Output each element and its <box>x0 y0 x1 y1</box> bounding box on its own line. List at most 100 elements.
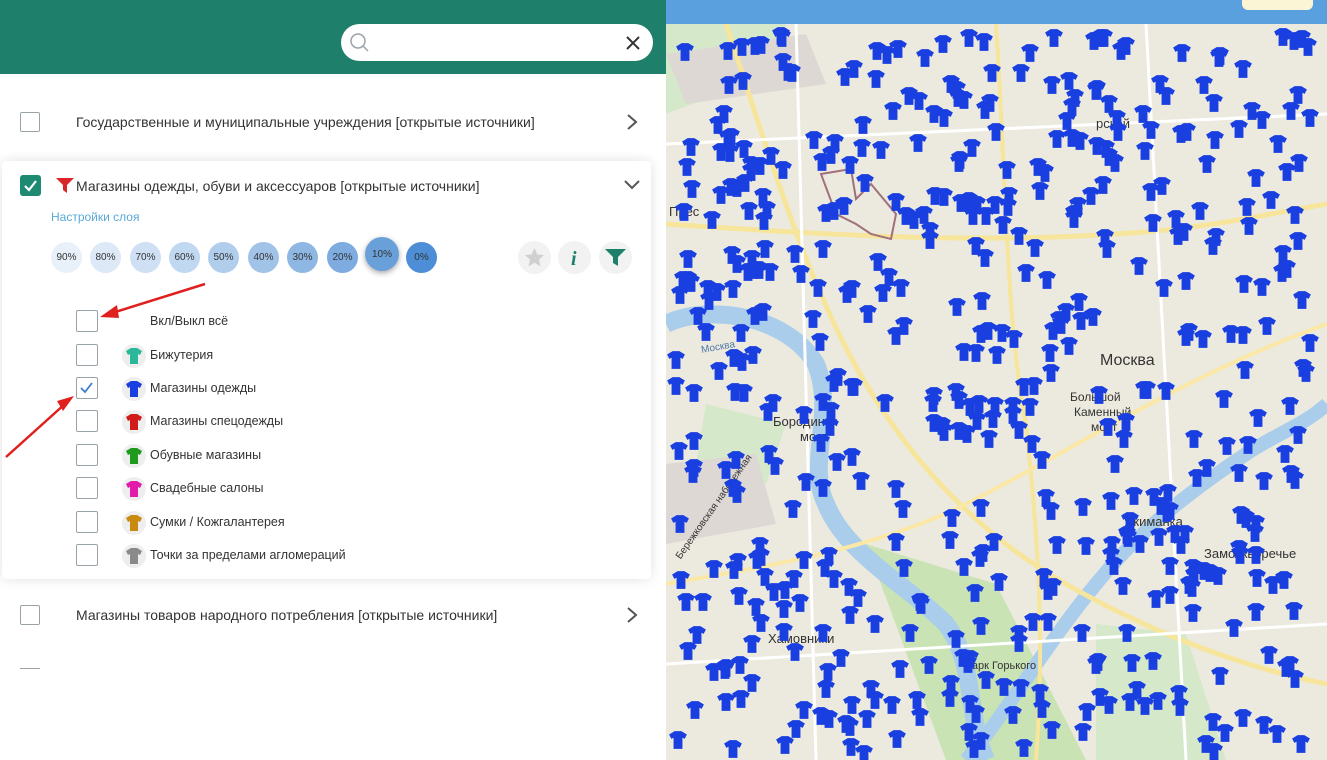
tshirt-marker-icon[interactable] <box>894 316 914 336</box>
tshirt-marker-icon[interactable] <box>755 567 775 587</box>
tshirt-marker-icon[interactable] <box>1237 197 1257 217</box>
tshirt-marker-icon[interactable] <box>786 719 806 739</box>
tshirt-marker-icon[interactable] <box>794 700 814 720</box>
tshirt-marker-icon[interactable] <box>1204 93 1224 113</box>
tshirt-marker-icon[interactable] <box>1170 697 1190 717</box>
tshirt-marker-icon[interactable] <box>949 153 969 173</box>
map-view[interactable]: Москва Бородинск мост Хамовники Парк Гор… <box>666 0 1327 760</box>
tshirt-marker-icon[interactable] <box>1130 534 1150 554</box>
tshirt-marker-icon[interactable] <box>1210 666 1230 686</box>
tshirt-marker-icon[interactable] <box>1154 278 1174 298</box>
tshirt-marker-icon[interactable] <box>1261 190 1281 210</box>
tshirt-marker-icon[interactable] <box>853 115 873 135</box>
tshirt-marker-icon[interactable] <box>668 730 688 750</box>
tshirt-marker-icon[interactable] <box>1252 277 1272 297</box>
opacity-option-90[interactable]: 90% <box>51 242 82 273</box>
tshirt-marker-icon[interactable] <box>666 350 686 370</box>
tshirt-marker-icon[interactable] <box>1235 360 1255 380</box>
tshirt-marker-icon[interactable] <box>796 472 816 492</box>
tshirt-marker-icon[interactable] <box>1214 389 1234 409</box>
tshirt-marker-icon[interactable] <box>682 179 702 199</box>
tshirt-marker-icon[interactable] <box>1073 722 1093 742</box>
tshirt-marker-icon[interactable] <box>1120 692 1140 712</box>
tshirt-marker-icon[interactable] <box>723 739 743 759</box>
tshirt-marker-icon[interactable] <box>1081 186 1101 206</box>
tshirt-marker-icon[interactable] <box>1072 623 1092 643</box>
tshirt-marker-icon[interactable] <box>971 731 991 751</box>
tshirt-marker-icon[interactable] <box>716 460 736 480</box>
tshirt-marker-icon[interactable] <box>813 478 833 498</box>
tshirt-marker-icon[interactable] <box>751 613 771 633</box>
tshirt-marker-icon[interactable] <box>1043 577 1063 597</box>
tshirt-marker-icon[interactable] <box>666 376 686 396</box>
tshirt-marker-icon[interactable] <box>987 345 1007 365</box>
search-box[interactable] <box>341 24 653 61</box>
tshirt-marker-icon[interactable] <box>886 479 906 499</box>
tshirt-marker-icon[interactable] <box>1280 396 1300 416</box>
tshirt-marker-icon[interactable] <box>1105 454 1125 474</box>
tshirt-marker-icon[interactable] <box>865 614 885 634</box>
sublayer-row[interactable]: Магазины спецодежды <box>76 410 636 434</box>
tshirt-marker-icon[interactable] <box>1221 324 1241 344</box>
tshirt-marker-icon[interactable] <box>1175 524 1195 544</box>
tshirt-marker-icon[interactable] <box>840 605 860 625</box>
tshirt-marker-icon[interactable] <box>755 239 775 259</box>
tshirt-marker-icon[interactable] <box>1176 271 1196 291</box>
tshirt-marker-icon[interactable] <box>671 570 691 590</box>
tshirt-marker-icon[interactable] <box>675 42 695 62</box>
tshirt-marker-icon[interactable] <box>1174 222 1194 242</box>
tshirt-marker-icon[interactable] <box>979 429 999 449</box>
sublayer-row[interactable]: Свадебные салоны <box>76 477 636 501</box>
tshirt-marker-icon[interactable] <box>730 655 750 675</box>
tshirt-marker-icon[interactable] <box>946 629 966 649</box>
tshirt-marker-icon[interactable] <box>1229 119 1249 139</box>
tshirt-marker-icon[interactable] <box>1149 527 1169 547</box>
tshirt-marker-icon[interactable] <box>783 499 803 519</box>
tshirt-marker-icon[interactable] <box>729 586 749 606</box>
tshirt-marker-icon[interactable] <box>1059 71 1079 91</box>
tshirt-marker-icon[interactable] <box>1285 470 1305 490</box>
tshirt-marker-icon[interactable] <box>1035 163 1055 183</box>
tshirt-marker-icon[interactable] <box>683 464 703 484</box>
sublayer-row[interactable]: Магазины одежды <box>76 377 636 401</box>
tshirt-marker-icon[interactable] <box>803 309 823 329</box>
tshirt-marker-icon[interactable] <box>674 202 694 222</box>
tshirt-marker-icon[interactable] <box>1036 488 1056 508</box>
tshirt-marker-icon[interactable] <box>816 679 836 699</box>
sublayer-checkbox[interactable] <box>76 544 98 566</box>
opacity-option-0[interactable]: 0% <box>406 242 437 273</box>
tshirt-marker-icon[interactable] <box>693 592 713 612</box>
layer-checkbox-checked[interactable] <box>20 175 41 196</box>
tshirt-marker-icon[interactable] <box>1011 63 1031 83</box>
tshirt-marker-icon[interactable] <box>1231 505 1251 525</box>
tshirt-marker-icon[interactable] <box>1137 380 1157 400</box>
tshirt-marker-icon[interactable] <box>1073 497 1093 517</box>
tshirt-marker-icon[interactable] <box>960 649 980 669</box>
tshirt-marker-icon[interactable] <box>704 662 724 682</box>
tshirt-marker-icon[interactable] <box>1101 491 1121 511</box>
tshirt-marker-icon[interactable] <box>1205 130 1225 150</box>
tshirt-marker-icon[interactable] <box>842 377 862 397</box>
tshirt-marker-icon[interactable] <box>1246 168 1266 188</box>
tshirt-marker-icon[interactable] <box>775 580 795 600</box>
tshirt-marker-icon[interactable] <box>1030 181 1050 201</box>
sublayer-checkbox[interactable] <box>76 444 98 466</box>
layer-checkbox[interactable] <box>20 112 40 132</box>
tshirt-marker-icon[interactable] <box>1246 602 1266 622</box>
tshirt-marker-icon[interactable] <box>670 514 690 534</box>
tshirt-marker-icon[interactable] <box>773 160 793 180</box>
tshirt-marker-icon[interactable] <box>1038 612 1058 632</box>
tshirt-marker-icon[interactable] <box>725 382 745 402</box>
tshirt-marker-icon[interactable] <box>1194 75 1214 95</box>
tshirt-marker-icon[interactable] <box>685 700 705 720</box>
tshirt-marker-icon[interactable] <box>804 130 824 150</box>
tshirt-marker-icon[interactable] <box>1193 329 1213 349</box>
tshirt-marker-icon[interactable] <box>1099 695 1119 715</box>
tshirt-marker-icon[interactable] <box>831 648 851 668</box>
tshirt-marker-icon[interactable] <box>840 717 860 737</box>
tshirt-marker-icon[interactable] <box>967 411 987 431</box>
tshirt-marker-icon[interactable] <box>753 302 773 322</box>
tshirt-marker-icon[interactable] <box>1172 43 1192 63</box>
chevron-right-icon[interactable] <box>623 605 641 625</box>
tshirt-marker-icon[interactable] <box>1233 708 1253 728</box>
